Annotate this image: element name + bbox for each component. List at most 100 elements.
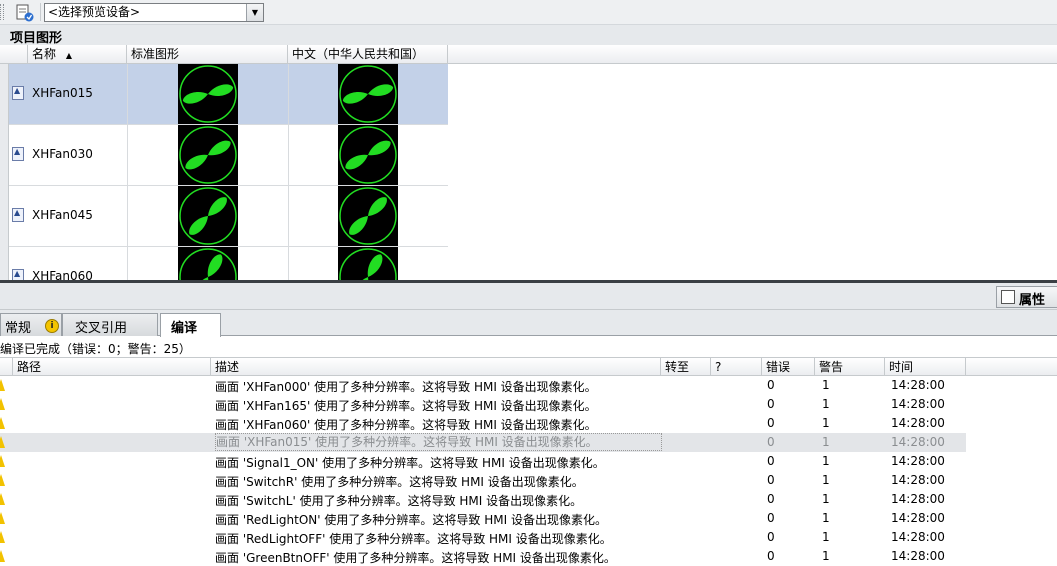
message-warnings: 1: [822, 511, 830, 525]
messages-table-header: 路径 描述 转至 ? 错误 警告 时间: [0, 357, 1057, 376]
message-row[interactable]: 画面 'SwitchL' 使用了多种分辨率。这将导致 HMI 设备出现像素化。 0…: [0, 490, 966, 509]
chinese-graphic-thumbnail[interactable]: [338, 186, 398, 246]
graphics-row[interactable]: XHFan060: [9, 247, 448, 281]
message-row[interactable]: 画面 'RedLightON' 使用了多种分辨率。这将导致 HMI 设备出现像素…: [0, 509, 966, 528]
message-warnings: 1: [822, 454, 830, 468]
message-description: 画面 'XHFan000' 使用了多种分辨率。这将导致 HMI 设备出现像素化。: [215, 380, 597, 394]
column-header-description[interactable]: 描述: [211, 358, 661, 376]
preview-device-icon[interactable]: [15, 3, 35, 23]
message-errors: 0: [767, 416, 775, 430]
dropdown-arrow-icon[interactable]: ▼: [246, 4, 263, 21]
message-time: 14:28:00: [891, 530, 945, 544]
message-time: 14:28:00: [891, 397, 945, 411]
graphics-row[interactable]: XHFan030: [9, 125, 448, 186]
message-row[interactable]: 画面 'Signal1_ON' 使用了多种分辨率。这将导致 HMI 设备出现像素…: [0, 452, 966, 471]
graphics-row[interactable]: XHFan015: [9, 64, 448, 125]
graphic-name: XHFan015: [32, 86, 93, 100]
message-description: 画面 'GreenBtnOFF' 使用了多种分辨率。这将导致 HMI 设备出现像…: [215, 551, 616, 565]
message-row[interactable]: 画面 'XHFan015' 使用了多种分辨率。这将导致 HMI 设备出现像素化。…: [0, 433, 966, 452]
graphic-name: XHFan030: [32, 147, 93, 161]
message-description: 画面 'XHFan165' 使用了多种分辨率。这将导致 HMI 设备出现像素化。: [215, 399, 597, 413]
message-errors: 0: [767, 473, 775, 487]
cell-divider: [127, 64, 128, 125]
warning-icon: [0, 474, 5, 486]
chinese-graphic-thumbnail[interactable]: [338, 64, 398, 124]
message-warnings: 1: [822, 397, 830, 411]
column-header-chinese[interactable]: 中文（中华人民共和国）: [288, 45, 448, 64]
cell-divider: [127, 125, 128, 186]
tab-general[interactable]: 常规 i: [0, 313, 62, 336]
chinese-graphic-thumbnail[interactable]: [338, 247, 398, 281]
graphic-icon: [12, 147, 24, 161]
message-row[interactable]: 画面 'RedLightOFF' 使用了多种分辨率。这将导致 HMI 设备出现像…: [0, 528, 966, 547]
message-description: 画面 'Signal1_ON' 使用了多种分辨率。这将导致 HMI 设备出现像素…: [215, 456, 605, 470]
tab-compile-label: 编译: [171, 321, 198, 336]
message-warnings: 1: [822, 378, 830, 392]
column-header-name[interactable]: 名称 ▲: [28, 45, 127, 64]
message-time: 14:28:00: [891, 435, 945, 449]
message-errors: 0: [767, 397, 775, 411]
message-time: 14:28:00: [891, 473, 945, 487]
toolbar-separator: [40, 3, 41, 21]
toolbar-grip[interactable]: [0, 4, 4, 20]
tab-cross-reference[interactable]: 交叉引用: [62, 313, 158, 336]
message-row[interactable]: 画面 'GreenBtnOFF' 使用了多种分辨率。这将导致 HMI 设备出现像…: [0, 547, 966, 566]
column-header-warnings[interactable]: 警告: [815, 358, 885, 376]
info-icon: i: [45, 319, 59, 333]
message-row[interactable]: 画面 'XHFan165' 使用了多种分辨率。这将导致 HMI 设备出现像素化。…: [0, 395, 966, 414]
column-header-name-label: 名称: [32, 47, 57, 61]
warning-icon: [0, 398, 5, 410]
warning-icon: [0, 455, 5, 467]
column-header-standard[interactable]: 标准图形: [127, 45, 288, 64]
section-header: 项目图形: [0, 25, 1057, 46]
cell-divider: [288, 247, 289, 281]
message-warnings: 1: [822, 473, 830, 487]
message-warnings: 1: [822, 416, 830, 430]
column-header-goto[interactable]: 转至: [661, 358, 711, 376]
chinese-graphic-thumbnail[interactable]: [338, 125, 398, 185]
cell-divider: [288, 125, 289, 186]
column-header-errors[interactable]: 错误: [762, 358, 815, 376]
graphics-table-header: 名称 ▲ 标准图形 中文（中华人民共和国）: [0, 45, 448, 64]
sort-ascending-icon: ▲: [65, 51, 72, 60]
warning-icon: [0, 512, 5, 524]
warning-icon: [0, 531, 5, 543]
message-time: 14:28:00: [891, 378, 945, 392]
graphics-row[interactable]: XHFan045: [9, 186, 448, 247]
message-errors: 0: [767, 378, 775, 392]
preview-device-select[interactable]: <选择预览设备> ▼: [44, 3, 264, 22]
message-time: 14:28:00: [891, 454, 945, 468]
message-errors: 0: [767, 549, 775, 563]
column-header-path[interactable]: 路径: [13, 358, 211, 376]
message-row[interactable]: 画面 'SwitchR' 使用了多种分辨率。这将导致 HMI 设备出现像素化。 0…: [0, 471, 966, 490]
standard-graphic-thumbnail[interactable]: [178, 186, 238, 246]
standard-graphic-thumbnail[interactable]: [178, 125, 238, 185]
graphics-table: 名称 ▲ 标准图形 中文（中华人民共和国） XHFan015 XHFan030 XH…: [0, 45, 1057, 281]
message-warnings: 1: [822, 492, 830, 506]
cell-divider: [288, 64, 289, 125]
message-time: 14:28:00: [891, 492, 945, 506]
graphic-name: XHFan045: [32, 208, 93, 222]
tab-compile[interactable]: 编译: [160, 313, 221, 337]
message-errors: 0: [767, 530, 775, 544]
message-row[interactable]: 画面 'XHFan000' 使用了多种分辨率。这将导致 HMI 设备出现像素化。…: [0, 376, 966, 395]
column-header-time[interactable]: 时间: [885, 358, 966, 376]
message-warnings: 1: [822, 530, 830, 544]
inspector-tabs: 常规 i 交叉引用 编译: [0, 310, 1057, 337]
standard-graphic-thumbnail[interactable]: [178, 247, 238, 281]
warning-icon: [0, 550, 5, 562]
warning-icon: [0, 379, 5, 391]
message-errors: 0: [767, 492, 775, 506]
tab-general-label: 常规: [5, 321, 32, 336]
properties-button[interactable]: 属性: [996, 286, 1057, 308]
standard-graphic-thumbnail[interactable]: [178, 64, 238, 124]
message-errors: 0: [767, 454, 775, 468]
message-warnings: 1: [822, 549, 830, 563]
message-time: 14:28:00: [891, 549, 945, 563]
message-warnings: 1: [822, 435, 830, 449]
column-header-help[interactable]: ?: [711, 358, 762, 376]
message-row[interactable]: 画面 'XHFan060' 使用了多种分辨率。这将导致 HMI 设备出现像素化。…: [0, 414, 966, 433]
message-description: 画面 'SwitchR' 使用了多种分辨率。这将导致 HMI 设备出现像素化。: [215, 475, 584, 489]
message-errors: 0: [767, 435, 775, 449]
cell-divider: [288, 186, 289, 247]
